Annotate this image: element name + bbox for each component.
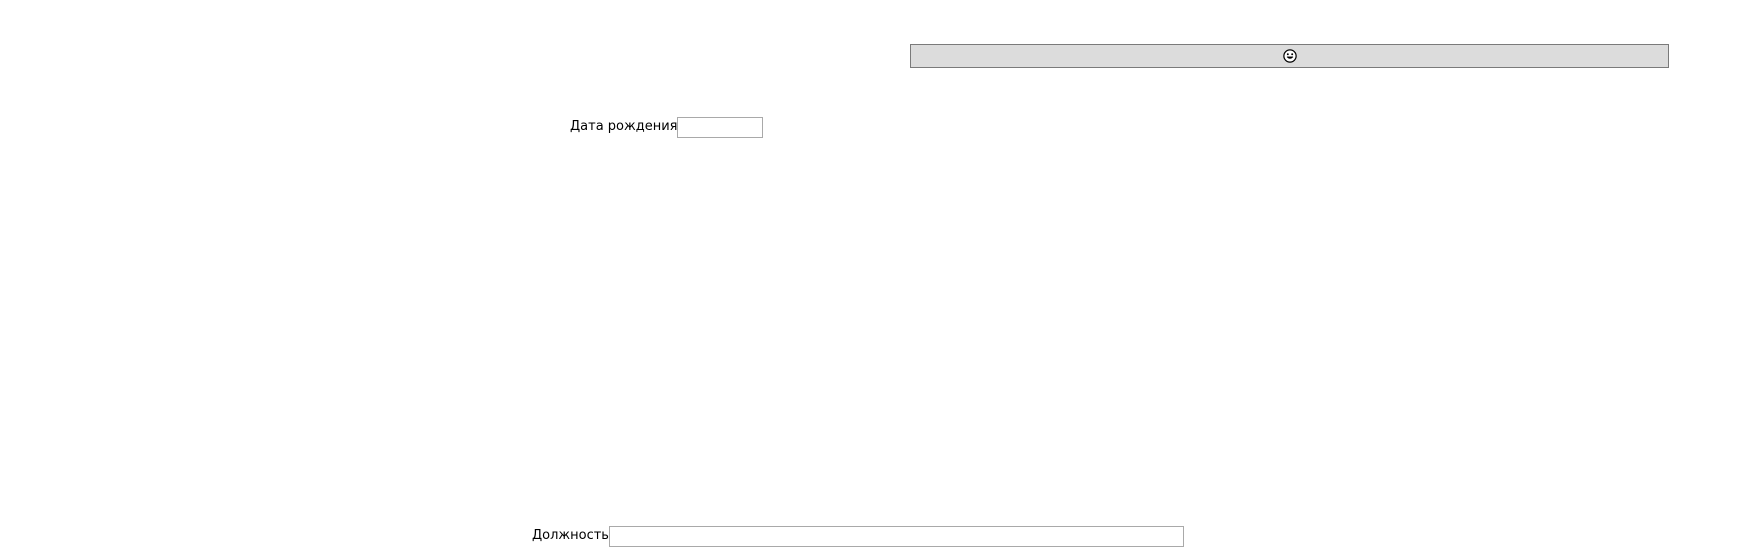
birth-date-label: Дата рождения bbox=[570, 119, 678, 134]
birth-date-row: Дата рождения bbox=[570, 116, 764, 138]
toolbar-button[interactable] bbox=[910, 44, 1669, 68]
page: Дата рождения Должность bbox=[0, 0, 1748, 553]
smiley-face-icon bbox=[1282, 49, 1297, 63]
position-input[interactable] bbox=[608, 525, 1184, 547]
birth-date-input[interactable] bbox=[677, 116, 764, 138]
position-label: Должность bbox=[532, 528, 609, 543]
position-row: Должность bbox=[532, 525, 1184, 547]
